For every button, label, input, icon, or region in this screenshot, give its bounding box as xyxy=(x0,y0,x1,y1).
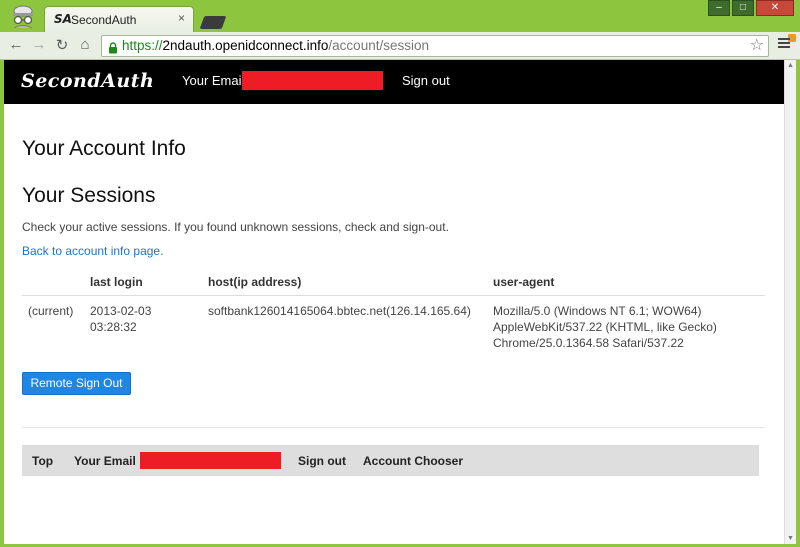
url-host: 2ndauth.openidconnect.info xyxy=(162,38,329,53)
footer-top-link[interactable]: Top xyxy=(32,454,53,468)
browser-tab-strip: SA SecondAuth × – □ ✕ xyxy=(0,0,800,32)
forward-icon[interactable]: → xyxy=(29,36,49,53)
browser-toolbar: ← → ↻ ⌂ https://2ndauth.openidconnect.in… xyxy=(0,32,800,60)
tab-title: SecondAuth xyxy=(71,13,137,27)
remote-signout-button[interactable]: Remote Sign Out xyxy=(22,372,131,395)
session-user-agent: Mozilla/5.0 (Windows NT 6.1; WOW64) Appl… xyxy=(493,303,717,351)
scroll-down-icon[interactable]: ▼ xyxy=(787,535,794,542)
back-icon[interactable]: ← xyxy=(6,36,26,53)
tab-close-icon[interactable]: × xyxy=(178,11,185,25)
session-status: (current) xyxy=(28,304,74,318)
footer-account-chooser-link[interactable]: Account Chooser xyxy=(363,454,463,468)
lock-icon xyxy=(108,40,118,54)
table-header-last-login: last login xyxy=(90,275,143,289)
browser-tab[interactable]: SA SecondAuth × xyxy=(44,6,194,32)
incognito-icon xyxy=(8,4,38,30)
close-window-button[interactable]: ✕ xyxy=(756,0,794,16)
nav-email-label: Your Email xyxy=(182,73,245,88)
account-info-heading: Your Account Info xyxy=(22,137,186,160)
redacted-email-box xyxy=(242,71,383,90)
brand-logo[interactable]: SecondAuth xyxy=(21,70,154,92)
url-path: /account/session xyxy=(328,38,429,53)
minimize-button[interactable]: – xyxy=(708,0,730,16)
table-header-host: host(ip address) xyxy=(208,275,302,289)
bookmark-star-icon[interactable]: ☆ xyxy=(750,36,764,56)
home-icon[interactable]: ⌂ xyxy=(75,36,95,53)
back-to-account-link[interactable]: Back to account info page. xyxy=(22,244,163,258)
session-host: softbank126014165064.bbtec.net(126.14.16… xyxy=(208,304,471,318)
table-divider xyxy=(22,295,765,296)
footer-divider xyxy=(22,427,765,428)
vertical-scrollbar[interactable]: ▲ ▼ xyxy=(784,60,796,544)
scroll-up-icon[interactable]: ▲ xyxy=(787,62,794,69)
url-text: https://2ndauth.openidconnect.info/accou… xyxy=(122,36,429,56)
reload-icon[interactable]: ↻ xyxy=(52,36,72,54)
maximize-button[interactable]: □ xyxy=(732,0,754,16)
user-agent-line: Mozilla/5.0 (Windows NT 6.1; WOW64) xyxy=(493,304,702,318)
new-tab-button[interactable] xyxy=(199,16,227,29)
url-scheme: https:// xyxy=(122,38,163,53)
chrome-menu-icon[interactable] xyxy=(778,38,790,50)
footer-bar: Top Your Email : Sign out Account Choose… xyxy=(22,445,759,476)
sessions-description: Check your active sessions. If you found… xyxy=(22,220,449,234)
site-navbar: SecondAuth Your Email Sign out xyxy=(4,60,784,104)
session-last-login: 2013-02-03 03:28:32 xyxy=(90,303,151,335)
redacted-email-box xyxy=(140,452,281,469)
table-header-user-agent: user-agent xyxy=(493,275,555,289)
user-agent-line: AppleWebKit/537.22 (KHTML, like Gecko) xyxy=(493,320,717,334)
favicon-icon: SA xyxy=(54,12,72,26)
footer-signout-link[interactable]: Sign out xyxy=(298,454,346,468)
page-viewport: SecondAuth Your Email Sign out Your Acco… xyxy=(4,60,784,544)
session-login-time: 03:28:32 xyxy=(90,320,137,334)
sessions-heading: Your Sessions xyxy=(22,184,156,207)
footer-email-label: Your Email : xyxy=(74,454,144,468)
nav-signout-link[interactable]: Sign out xyxy=(402,73,450,88)
session-login-date: 2013-02-03 xyxy=(90,304,152,318)
address-bar[interactable]: https://2ndauth.openidconnect.info/accou… xyxy=(101,35,769,57)
window-controls: – □ ✕ xyxy=(706,0,794,16)
user-agent-line: Chrome/25.0.1364.58 Safari/537.22 xyxy=(493,336,684,350)
